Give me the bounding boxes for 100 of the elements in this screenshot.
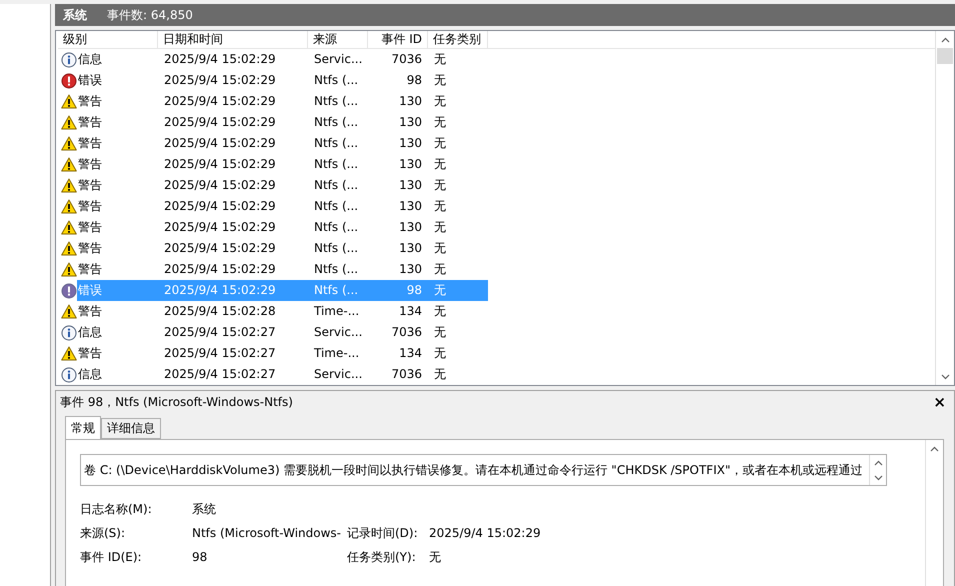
field-label: 事件 ID(E): [80,549,143,566]
source-cell-text: Ntfs (... [313,240,360,257]
level-cell[interactable]: 警告 [77,175,158,196]
event-id-cell-text: 134 [398,345,423,362]
info-icon [61,366,77,382]
date-cell-text: 2025/9/4 15:02:27 [163,324,277,341]
scroll-up-icon[interactable] [940,36,950,42]
log-name: 系统 [63,6,87,24]
date-cell: 2025/9/4 15:02:29 [158,280,308,301]
error-icon [61,72,77,88]
level-cell[interactable]: 错误 [77,70,158,91]
level-cell[interactable]: 警告 [77,301,158,322]
source-cell-text: Time-... [313,303,360,320]
tab[interactable]: 详细信息 [101,418,161,439]
warning-icon [61,136,77,151]
task-cell-text: 无 [433,303,447,320]
source-cell-text: Servic... [313,366,364,383]
level-cell[interactable]: 信息 [77,49,158,70]
field-label: 日志名称(M): [80,501,153,518]
event-id-cell-text: 130 [398,135,423,152]
scrollbar[interactable] [935,31,954,385]
task-cell-text: 无 [433,345,447,362]
source-cell-text: Servic... [313,324,364,341]
event-id-cell-text: 130 [398,198,423,215]
detail-title: 事件 98，Ntfs (Microsoft-Windows-Ntfs) [60,394,293,410]
warning-icon [61,115,77,130]
scroll-up-icon[interactable] [874,460,882,466]
field-value: 系统 [192,501,217,518]
task-cell-text: 无 [433,219,447,236]
date-cell-text: 2025/9/4 15:02:29 [163,72,277,89]
info-icon [61,52,77,68]
event-id-cell-text: 7036 [390,51,423,68]
column-header[interactable]: 级别 [58,31,158,48]
event-id-cell-text: 130 [398,114,423,131]
level-cell[interactable]: 警告 [77,343,158,364]
source-cell-text: Time-... [313,345,360,362]
event-id-cell-text: 98 [406,72,423,89]
event-id-cell-text: 130 [398,93,423,110]
source-cell-text: Ntfs (... [313,72,360,89]
warning-icon [61,262,77,277]
level-cell[interactable]: 警告 [77,217,158,238]
column-header[interactable]: 事件 ID [368,31,428,48]
task-cell-text: 无 [433,135,447,152]
source-cell-text: Ntfs (... [313,219,360,236]
level-cell[interactable]: 警告 [77,133,158,154]
date-cell-text: 2025/9/4 15:02:29 [163,156,277,173]
date-cell-text: 2025/9/4 15:02:28 [163,303,277,320]
column-header[interactable]: 任务类别 [428,31,488,48]
event-id-cell-text: 130 [398,177,423,194]
level-cell[interactable]: 警告 [77,112,158,133]
date-cell-text: 2025/9/4 15:02:29 [163,135,277,152]
source-cell-text: Ntfs (... [313,135,360,152]
tab[interactable]: 常规 [65,416,101,439]
task-cell-text: 无 [433,93,447,110]
scroll-down-icon[interactable] [940,374,950,380]
task-cell-text: 无 [433,198,447,215]
task-cell-text: 无 [433,324,447,341]
level-cell[interactable]: 信息 [77,322,158,343]
date-cell-text: 2025/9/4 15:02:29 [163,261,277,278]
field-value: 98 [192,549,208,566]
field-value: 2025/9/4 15:02:29 [429,525,542,542]
warning-icon [61,178,77,193]
field-label: 记录时间(D): [347,525,419,542]
field-value: 无 [429,549,442,566]
task-cell-text: 无 [433,156,447,173]
event-id-cell-text: 130 [398,219,423,236]
level-cell[interactable]: 警告 [77,91,158,112]
date-cell-text: 2025/9/4 15:02:29 [163,219,277,236]
level-cell[interactable]: 信息 [77,364,158,385]
warning-icon [61,346,77,361]
message-box[interactable]: 卷 C: (\Device\HarddiskVolume3) 需要脱机一段时间以执行错误修复。请在本机通过命令行运行 "CHKDSK /SPOTFIX"，或者在本机或远程通过 [80,454,887,486]
close-button[interactable]: × [933,393,946,411]
column-header[interactable]: 日期和时间 [158,31,308,48]
level-cell[interactable]: 警告 [77,259,158,280]
date-cell-text: 2025/9/4 15:02:27 [163,345,277,362]
level-cell[interactable]: 警告 [77,154,158,175]
date-cell-text: 2025/9/4 15:02:29 [163,177,277,194]
column-header[interactable]: 来源 [308,31,368,48]
warning-icon [61,220,77,235]
event-id-cell-text: 130 [398,240,423,257]
field-value: Ntfs (Microsoft-Windows- [192,525,342,542]
scroll-down-icon[interactable] [874,474,882,480]
event-id-cell: 98 [368,280,428,301]
event-id-cell-text: 130 [398,261,423,278]
event-id-cell-text: 130 [398,156,423,173]
warning-icon [61,241,77,256]
task-cell-text: 无 [433,51,447,68]
source-cell-text: Ntfs (... [313,156,360,173]
source-cell-text: Ntfs (... [313,198,360,215]
event-count: 事件数: 64,850 [107,6,193,24]
task-cell-text: 无 [433,261,447,278]
date-cell-text: 2025/9/4 15:02:27 [163,366,277,383]
scroll-thumb[interactable] [937,48,953,64]
source-cell-text: Ntfs (... [313,114,360,131]
level-cell[interactable]: 警告 [77,238,158,259]
warning-icon [61,199,77,214]
event-id-cell-text: 7036 [390,324,423,341]
scroll-up-icon[interactable] [930,446,939,452]
source-cell-text: Ntfs (... [313,93,360,110]
level-cell[interactable]: 警告 [77,196,158,217]
